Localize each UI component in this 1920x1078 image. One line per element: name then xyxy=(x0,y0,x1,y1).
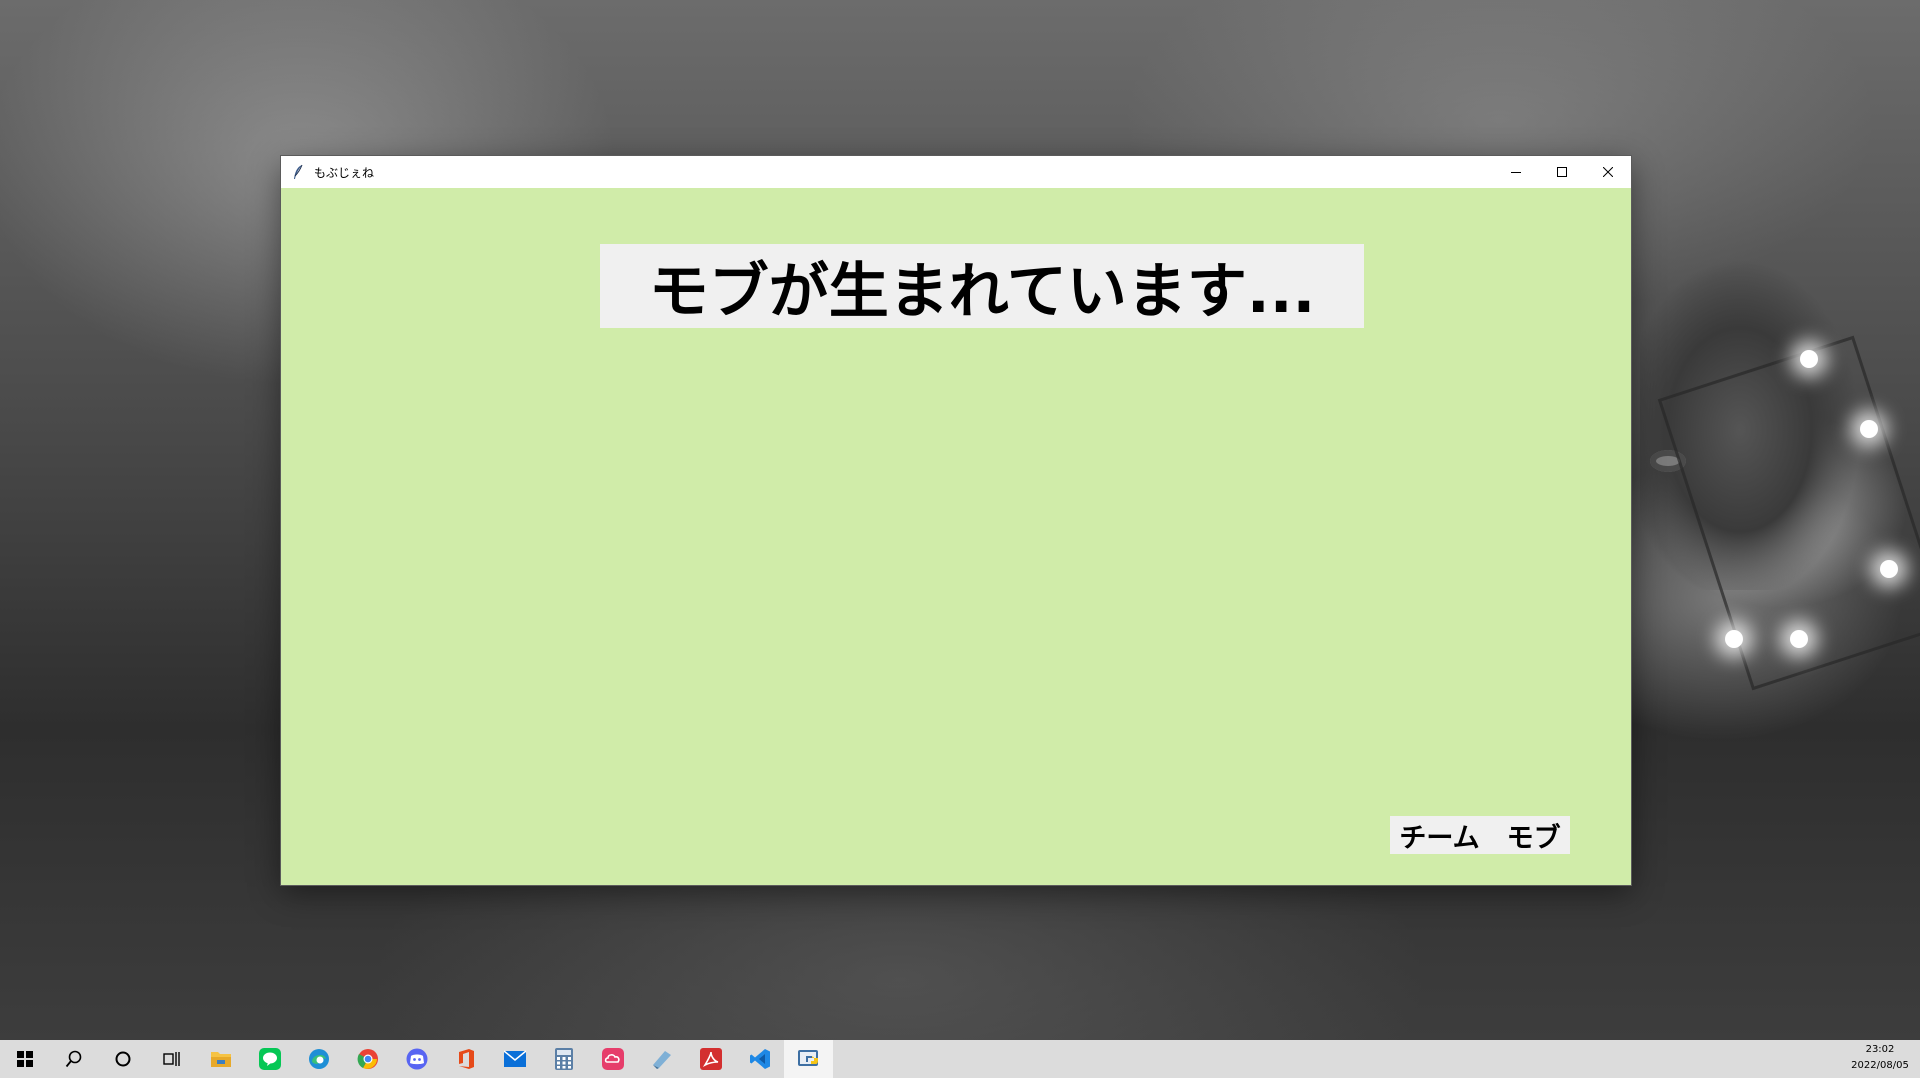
taskbar-python-app[interactable] xyxy=(784,1040,833,1078)
notes-icon xyxy=(652,1051,671,1069)
circle-icon xyxy=(115,1051,130,1067)
chrome-browser-icon xyxy=(357,1049,378,1069)
wallpaper-glow xyxy=(1860,420,1878,438)
clock-date: 2022/08/05 xyxy=(1851,1060,1909,1071)
wallpaper-glow xyxy=(1880,560,1898,578)
search-button[interactable] xyxy=(49,1040,98,1078)
window-client-area: モブが生まれています... チーム モブ xyxy=(281,188,1631,885)
windows-logo-icon xyxy=(16,1051,33,1067)
vscode-icon xyxy=(749,1049,770,1069)
search-icon xyxy=(65,1050,81,1068)
minimize-button[interactable] xyxy=(1493,156,1539,188)
edge-browser-icon xyxy=(308,1049,329,1069)
wallpaper-glow xyxy=(1790,630,1808,648)
taskbar-creative-cloud[interactable] xyxy=(588,1040,637,1078)
minimize-icon xyxy=(1511,172,1521,173)
folder-icon xyxy=(210,1052,231,1067)
taskbar-edge[interactable] xyxy=(294,1040,343,1078)
python-icon xyxy=(797,1050,818,1066)
app-window: もぶじぇね モブが生まれています... チーム モブ xyxy=(281,156,1631,885)
credit-label: チーム モブ xyxy=(1390,816,1570,854)
start-button[interactable] xyxy=(0,1040,49,1078)
taskbar-notes[interactable] xyxy=(637,1040,686,1078)
wallpaper-glow xyxy=(1725,630,1743,648)
line-chat-icon xyxy=(258,1048,281,1070)
taskbar-mail[interactable] xyxy=(490,1040,539,1078)
taskbar-discord[interactable] xyxy=(392,1040,441,1078)
taskbar-line[interactable] xyxy=(245,1040,294,1078)
cortana-button[interactable] xyxy=(98,1040,147,1078)
close-icon xyxy=(1603,167,1613,177)
title-bar[interactable]: もぶじぇね xyxy=(281,156,1631,188)
taskbar-office[interactable] xyxy=(441,1040,490,1078)
task-view-icon xyxy=(162,1052,180,1066)
close-button[interactable] xyxy=(1585,156,1631,188)
taskbar-acrobat[interactable] xyxy=(686,1040,735,1078)
maximize-icon xyxy=(1557,167,1567,177)
calculator-icon xyxy=(554,1048,573,1070)
window-title: もぶじぇね xyxy=(314,165,375,180)
wallpaper-lights xyxy=(1657,335,1920,691)
acrobat-icon xyxy=(699,1048,722,1070)
clock-time: 23:02 xyxy=(1865,1044,1895,1055)
feather-icon xyxy=(290,164,306,180)
taskbar-calculator[interactable] xyxy=(539,1040,588,1078)
discord-icon xyxy=(406,1048,427,1070)
taskbar-file-explorer[interactable] xyxy=(196,1040,245,1078)
maximize-button[interactable] xyxy=(1539,156,1585,188)
mail-icon xyxy=(503,1050,526,1067)
office-icon xyxy=(458,1049,474,1069)
status-heading: モブが生まれています... xyxy=(600,244,1364,328)
creative-cloud-icon xyxy=(601,1048,624,1070)
window-controls xyxy=(1493,156,1631,188)
taskbar-chrome[interactable] xyxy=(343,1040,392,1078)
taskbar-vscode[interactable] xyxy=(735,1040,784,1078)
task-view-button[interactable] xyxy=(147,1040,196,1078)
wallpaper-glow xyxy=(1800,350,1818,368)
taskbar xyxy=(0,1040,1920,1078)
system-clock[interactable]: 23:02 2022/08/05 xyxy=(1844,1042,1916,1076)
